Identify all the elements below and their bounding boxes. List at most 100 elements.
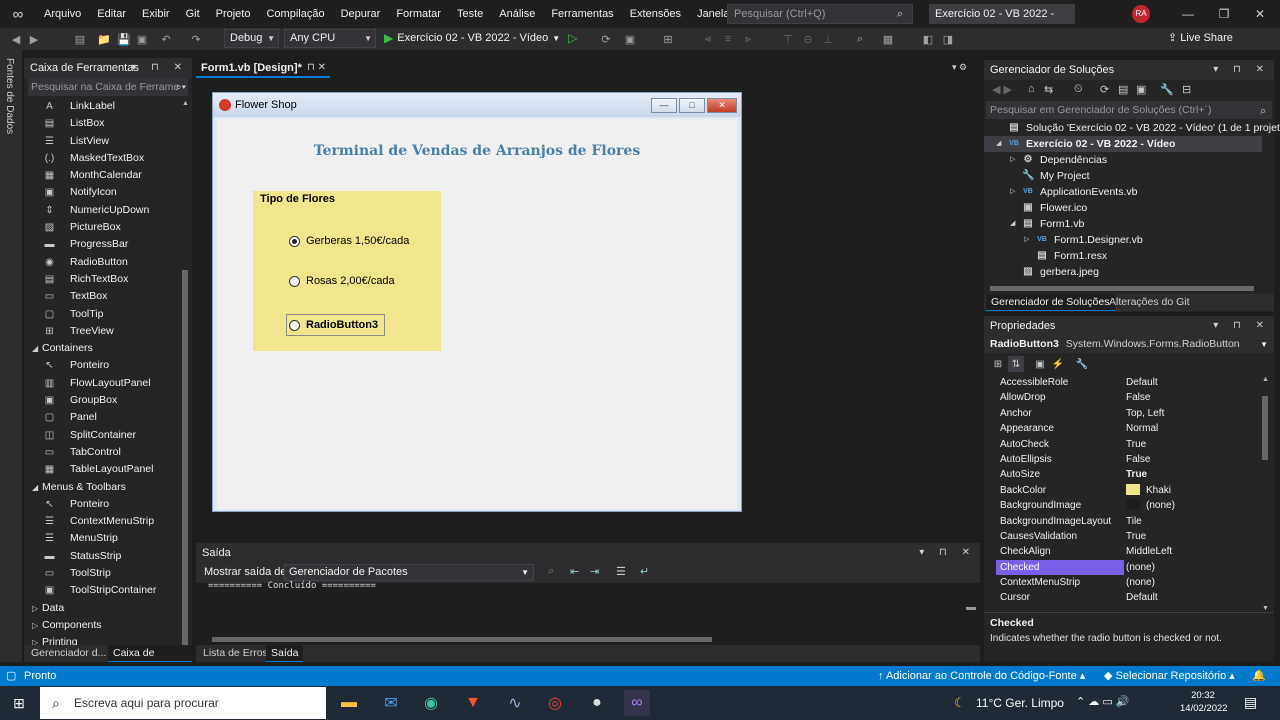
property-value[interactable]: Normal [1126, 421, 1158, 436]
properties-scroll-thumb[interactable] [1262, 396, 1268, 460]
toolbox-category[interactable]: ◢ Containers [24, 340, 180, 357]
menu-4[interactable]: Projeto [208, 0, 259, 28]
toolbox-item[interactable]: ☰ ListView [24, 133, 180, 150]
align-middle-icon[interactable]: ⊝ [800, 31, 816, 47]
show-all-files-icon[interactable]: ▣ [1136, 83, 1146, 96]
toolbox-item[interactable]: ◫ SplitContainer [24, 427, 180, 444]
menu-0[interactable]: Arquivo [36, 0, 89, 28]
collapsed-triangle-icon[interactable]: ▷ [32, 617, 38, 634]
output-scrollbar-h[interactable] [202, 635, 972, 643]
expanded-triangle-icon[interactable]: ◢ [32, 340, 38, 357]
property-row[interactable]: AutoSize True [996, 467, 1260, 482]
word-wrap-icon[interactable]: ↵ [640, 565, 649, 578]
find-icon[interactable]: ⌕ [548, 565, 554, 578]
align-top-icon[interactable]: ⊤ [780, 31, 796, 47]
browser-link-icon[interactable]: ⟳ [598, 31, 614, 47]
toolbox-item[interactable]: ▭ TextBox [24, 288, 180, 305]
zoom-icon[interactable]: ⌕ [852, 31, 868, 47]
property-row[interactable]: Checked (none) [996, 559, 1260, 576]
align-icon[interactable]: ⊞ [660, 31, 676, 47]
toolbox-item[interactable]: ▬ StatusStrip [24, 548, 180, 565]
align-center-icon[interactable]: ≡ [720, 31, 736, 47]
menu-7[interactable]: Formatar [388, 0, 449, 28]
panel-controls[interactable]: ▾ ⊓ ✕ [919, 543, 976, 563]
properties-wrench-icon[interactable]: 🔧 [1160, 83, 1174, 96]
brave-browser-icon[interactable]: ▼ [460, 690, 486, 716]
output-source-dropdown[interactable]: Gerenciador de Pacotes ▼ [284, 564, 534, 581]
menu-8[interactable]: Teste [449, 0, 491, 28]
property-value[interactable]: Top, Left [1126, 406, 1164, 421]
property-value[interactable]: (none) [1126, 498, 1175, 513]
toolbox-item[interactable]: ▭ ToolStrip [24, 565, 180, 582]
menu-1[interactable]: Editar [89, 0, 134, 28]
property-value[interactable]: (none) [1126, 575, 1155, 590]
toolbox-item[interactable]: ▬ ProgressBar [24, 236, 180, 253]
toolbox-item[interactable]: ▢ Panel [24, 409, 180, 426]
collapse-all-icon[interactable]: ▤ [1118, 83, 1128, 96]
property-value[interactable]: Default [1126, 375, 1158, 390]
navigate-forward-icon[interactable]: ▶ [26, 31, 42, 47]
toolbox-item[interactable]: ↖ Ponteiro [24, 357, 180, 374]
system-tray-icons[interactable]: ⌃ ☁ ▭ 🔊 [1076, 695, 1129, 708]
select-repository-button[interactable]: ◆ Selecionar Repositório ▴ [1104, 666, 1235, 686]
save-icon[interactable]: 💾 [116, 31, 132, 47]
property-row[interactable]: AllowDrop False [996, 390, 1260, 405]
taskbar-clock[interactable]: 20:32 14/02/2022 [1180, 689, 1228, 715]
categorized-icon[interactable]: ⊞ [990, 356, 1006, 372]
open-folder-icon[interactable]: 📁 [96, 31, 112, 47]
property-row[interactable]: CausesValidation True [996, 529, 1260, 544]
data-sources-tab[interactable]: Fontes de Dados [4, 58, 15, 134]
toolbox-item[interactable]: ◉ RadioButton [24, 254, 180, 271]
tab-form1-designer[interactable]: Form1.vb [Design]* ⊓ ✕ [196, 60, 330, 78]
expanded-triangle-icon[interactable]: ◢ [996, 136, 1001, 152]
output-scroll-thumb-h[interactable] [212, 637, 712, 642]
property-row[interactable]: AutoCheck True [996, 437, 1260, 452]
toolbox-search-input[interactable]: Pesquisar na Caixa de Ferrame ⌕▾ [28, 78, 188, 96]
toolbox-category[interactable]: ◢ Menus & Toolbars [24, 479, 180, 496]
toolbox-scroll-thumb[interactable] [182, 270, 188, 650]
collapsed-triangle-icon[interactable]: ▷ [1010, 184, 1015, 200]
home-icon[interactable]: ⌂ [1028, 83, 1035, 95]
scroll-up-icon[interactable]: ▲ [182, 100, 189, 107]
property-row[interactable]: CheckAlign MiddleLeft [996, 544, 1260, 559]
output-scroll-thumb-v[interactable] [966, 607, 976, 610]
solution-tree-node[interactable]: ▷ ⚙ Dependências [984, 152, 1262, 168]
start-debugging-button[interactable]: ▶ Exercício 02 - VB 2022 - Vídeo ▼ ▷ [384, 29, 577, 48]
toolbox-category[interactable]: ▷ Components [24, 617, 180, 634]
toolbox-item[interactable]: ⊞ TreeView [24, 323, 180, 340]
property-value[interactable]: MiddleLeft [1126, 544, 1172, 559]
flower-type-groupbox[interactable]: Tipo de Flores Gerberas 1,50€/cada Rosas… [253, 191, 441, 351]
windows-start-icon[interactable]: ⊞ [6, 690, 32, 716]
menu-10[interactable]: Ferramentas [543, 0, 621, 28]
new-project-icon[interactable]: ▤ [72, 31, 88, 47]
property-row[interactable]: BackColor Khaki [996, 483, 1260, 498]
panel-controls[interactable]: ▾ ⊓ ✕ [131, 58, 188, 78]
back-icon[interactable]: ◀ ▶ [992, 83, 1012, 96]
menu-6[interactable]: Depurar [333, 0, 389, 28]
global-search-input[interactable]: Pesquisar (Ctrl+Q) ⌕ [727, 4, 913, 24]
property-value[interactable]: Khaki [1126, 483, 1171, 498]
toolbox-item[interactable]: ▨ PictureBox [24, 219, 180, 236]
solution-tree-node[interactable]: ◢ ▤ Form1.vb [984, 216, 1262, 232]
expanded-triangle-icon[interactable]: ◢ [1010, 216, 1015, 232]
visual-studio-taskbar-icon[interactable]: ∞ [624, 690, 650, 716]
property-value[interactable]: False [1126, 390, 1150, 405]
refresh-icon[interactable]: ⟳ [1100, 83, 1109, 96]
tab-order-icon[interactable]: ▦ [880, 31, 896, 47]
property-row[interactable]: Appearance Normal [996, 421, 1260, 436]
configuration-dropdown[interactable]: Debug ▼ [224, 29, 279, 48]
collapsed-triangle-icon[interactable]: ▷ [1010, 152, 1015, 168]
taskbar-search-input[interactable]: ⌕ Escreva aqui para procurar [40, 687, 326, 719]
mail-icon[interactable]: ✉ [378, 690, 404, 716]
tab-list-dropdown-icon[interactable]: ▾ ⚙ [952, 62, 967, 73]
toolbox-item[interactable]: ☰ MenuStrip [24, 530, 180, 547]
scroll-up-icon[interactable]: ▲ [1262, 376, 1269, 383]
save-all-icon[interactable]: ▣ [134, 31, 150, 47]
layout-icon[interactable]: ▣ [622, 31, 638, 47]
radio-button3-selected[interactable]: RadioButton3 [285, 314, 386, 336]
output-scrollbar-v[interactable] [966, 583, 976, 639]
solution-tree-node[interactable]: ▣ Flower.ico [984, 200, 1262, 216]
form-heading-label[interactable]: Terminal de Vendas de Arranjos de Flores [217, 143, 737, 159]
solution-tree-node[interactable]: ▷ VB Form1.Designer.vb [984, 232, 1262, 248]
notification-center-icon[interactable]: ▤ [1244, 694, 1257, 711]
